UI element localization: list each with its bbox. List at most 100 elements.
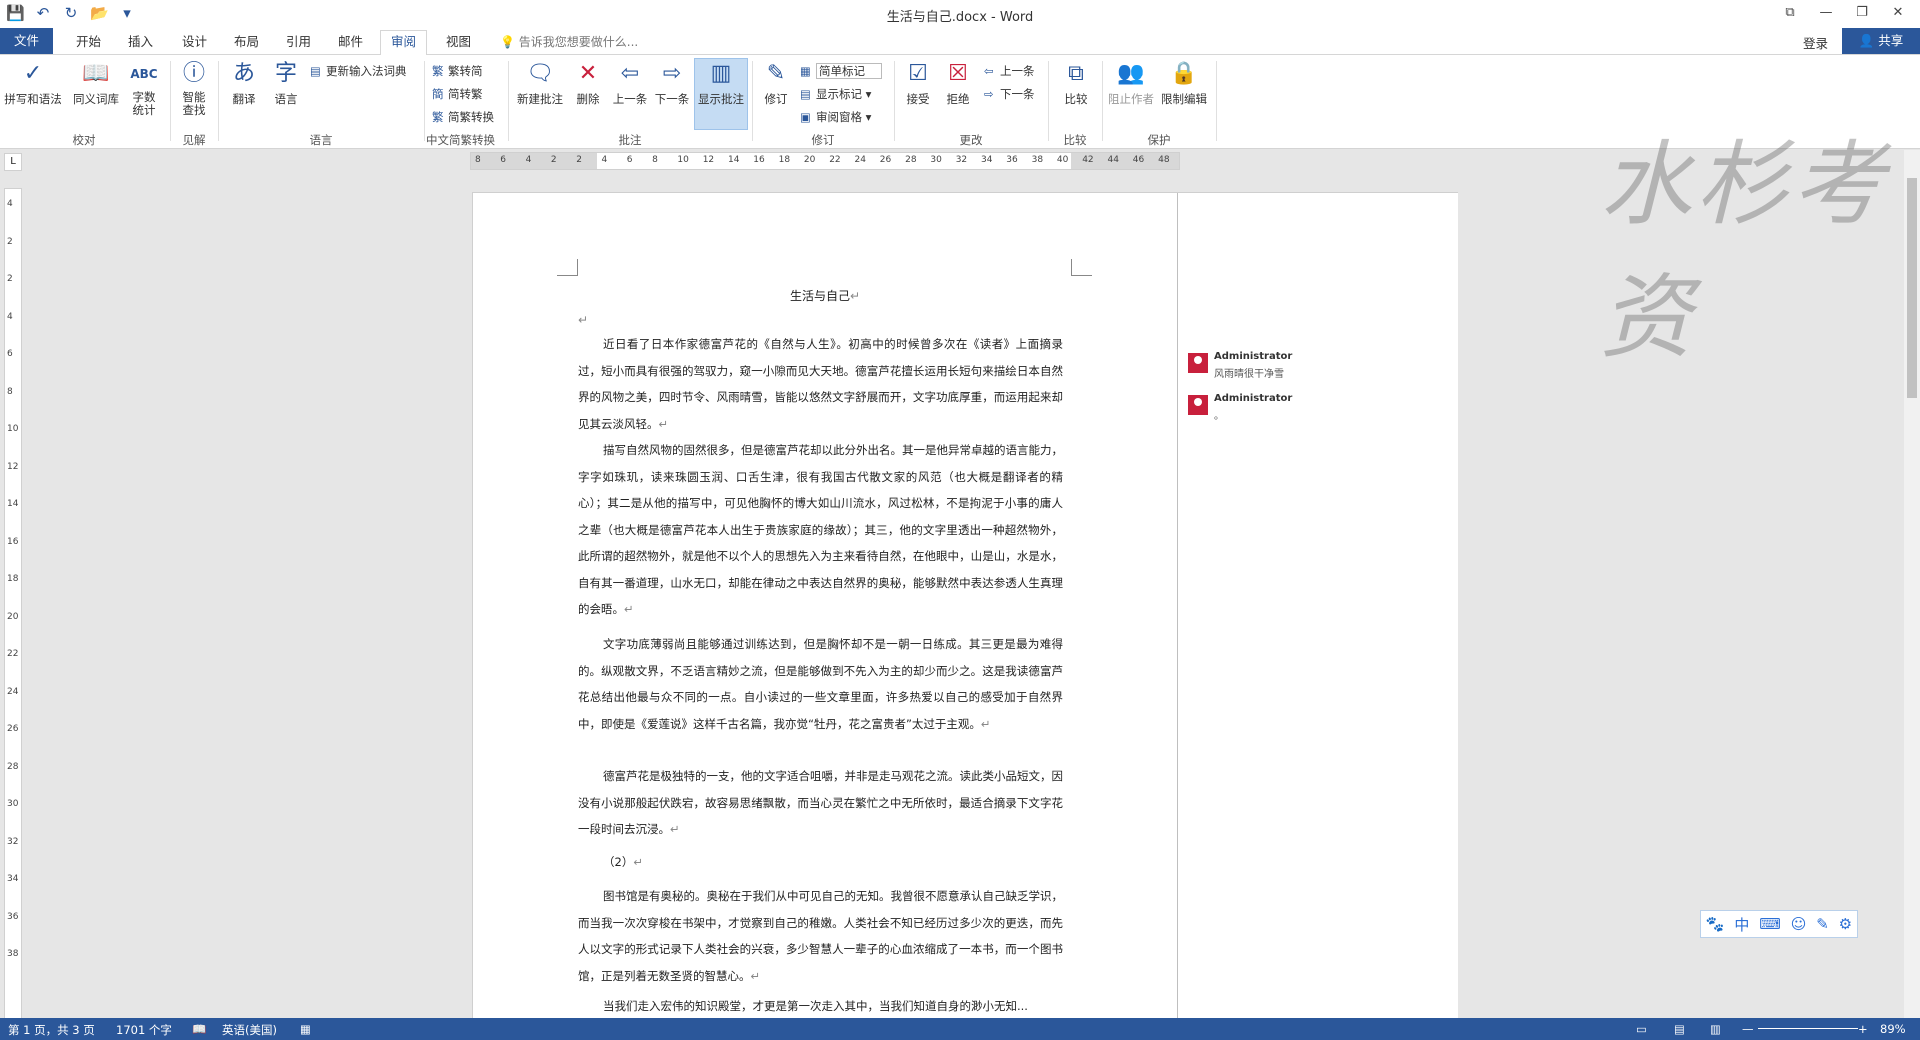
accept-button[interactable]: ☑ 接受 (900, 59, 936, 107)
paragraph-mark: ↵ (980, 716, 991, 731)
language-indicator[interactable]: 英语(美国) (222, 1022, 277, 1038)
markup-pane: Administrator 风雨晴很干净雪 Administrator 。 (1177, 193, 1458, 1018)
watermark: 水杉考资 (1600, 131, 1889, 371)
compare-button[interactable]: ⧉ 比较 (1054, 59, 1098, 107)
new-comment-icon: 🗨 (526, 61, 554, 86)
emoji-icon[interactable]: ☺ (1791, 915, 1807, 933)
paragraph-5[interactable]: （2）↵ (578, 849, 1063, 876)
block-authors-label: 阻止作者 (1108, 92, 1154, 106)
margin-mark-right (1071, 259, 1092, 276)
next-change-button[interactable]: ⇨ 下一条 (984, 86, 1035, 102)
spelling-grammar-button[interactable]: ✓ 拼写和语法 (4, 59, 62, 107)
reject-button[interactable]: ☒ 拒绝 (940, 59, 976, 107)
previous-comment-icon: ⇦ (620, 61, 640, 86)
zoom-level[interactable]: 89% (1880, 1022, 1906, 1036)
update-ime-dictionary-button[interactable]: ▤ 更新输入法词典 (310, 63, 407, 79)
language-button[interactable]: 字语言 (266, 59, 306, 107)
show-markup-button[interactable]: ▤ 显示标记 ▾ (800, 86, 871, 102)
keyboard-icon[interactable]: ⌨ (1759, 915, 1781, 933)
ruler-number: 28 (7, 761, 19, 772)
paragraph-2[interactable]: 描写自然风物的固然很多，但是德富芦花却以此分外出名。其一是他异常卓越的语言能力，… (578, 437, 1063, 623)
previous-comment-button[interactable]: ⇦ 上一条 (610, 59, 650, 107)
paw-icon[interactable]: 🐾 (1706, 915, 1725, 933)
new-comment-label: 新建批注 (517, 92, 563, 106)
tab-mailings[interactable]: 邮件 (328, 31, 373, 53)
scroll-thumb[interactable] (1907, 178, 1917, 398)
ruler-number: 42 (1082, 155, 1094, 165)
delete-comment-button[interactable]: ✕ 删除 (570, 59, 606, 107)
tab-view[interactable]: 视图 (436, 31, 481, 53)
tab-design[interactable]: 设计 (172, 31, 217, 53)
previous-change-button[interactable]: ⇦ 上一条 (984, 63, 1035, 79)
smart-lookup-button[interactable]: ⓘ 智能 查找 (176, 59, 212, 117)
tab-layout[interactable]: 布局 (224, 31, 269, 53)
prev-label: 上一条 (612, 92, 648, 106)
read-mode-icon[interactable]: ▭ (1636, 1022, 1647, 1036)
show-comments-button[interactable]: ▥ 显示批注 (694, 58, 748, 130)
comment-author: Administrator (1214, 393, 1293, 404)
zoom-in-icon[interactable]: + (1858, 1022, 1868, 1036)
minimize-button[interactable]: — (1812, 3, 1840, 23)
group-language: 语言 (309, 133, 333, 147)
word-count[interactable]: 1701 个字 (116, 1022, 172, 1038)
ruler-number: 44 (1107, 155, 1119, 165)
horizontal-ruler[interactable]: 8 6 4 2 2 4 6 8 10 12 14 16 18 20 22 24 26 28 30 32 34 36 38 40… (470, 152, 1180, 170)
simplified-to-traditional-button[interactable]: 簡简转繁 (432, 86, 483, 102)
macro-icon[interactable]: ▦ (300, 1022, 311, 1036)
tab-references[interactable]: 引用 (276, 31, 321, 53)
ribbon-display-options-icon[interactable]: ⧉ (1776, 3, 1804, 23)
share-button[interactable]: 👤 共享 (1842, 28, 1920, 54)
tab-review[interactable]: 审阅 (380, 30, 428, 56)
delete-label: 删除 (576, 92, 600, 106)
document-page[interactable]: 生活与自己↵ ↵ 近日看了日本作家德富芦花的《自然与人生》。初高中的时候曾多次在… (472, 192, 1458, 1019)
ruler-number: 16 (753, 155, 765, 165)
proofing-icon[interactable]: 📖 (192, 1022, 206, 1036)
chinese-conversion-button[interactable]: 繁简繁转换 (432, 109, 494, 125)
web-layout-icon[interactable]: ▥ (1710, 1022, 1721, 1036)
ime-toolbar: 🐾 中 ⌨ ☺ ✎ ⚙ (1700, 910, 1858, 938)
tell-me-search[interactable]: 💡 告诉我您想要做什么... (500, 33, 638, 50)
track-changes-button[interactable]: ✎ 修订 (758, 59, 794, 107)
paragraph-6[interactable]: 图书馆是有奥秘的。奥秘在于我们从中可见自己的无知。我曾很不愿意承认自己缺乏学识，… (578, 883, 1063, 989)
restore-button[interactable]: ❐ (1848, 3, 1876, 23)
word-count-button[interactable]: ABC 字数 统计 (126, 59, 162, 117)
translate-button[interactable]: あ翻译 (224, 59, 264, 107)
traditional-to-simplified-button[interactable]: 繁繁转简 (432, 63, 483, 79)
vertical-scrollbar[interactable] (1904, 150, 1920, 1018)
print-layout-icon[interactable]: ▤ (1674, 1022, 1685, 1036)
tab-insert[interactable]: 插入 (118, 31, 163, 53)
paragraph-7[interactable]: 当我们走入宏伟的知识殿堂，才更是第一次走入其中，当我们知道自身的渺小无知... (578, 993, 1063, 1017)
ruler-number: 34 (7, 874, 19, 884)
paragraph-mark: ↵ (750, 968, 761, 983)
vertical-ruler[interactable]: 4 2 2 4 6 8 10 12 14 16 18 20 22 24 26 28 30 32 34 36 38 (4, 188, 22, 1020)
tab-home[interactable]: 开始 (66, 31, 111, 53)
settings-icon[interactable]: ⚙ (1839, 915, 1852, 933)
ruler-number: 18 (7, 574, 19, 584)
ribbon-tabs: 文件 开始 插入 设计 布局 引用 邮件 审阅 视图 (0, 28, 1920, 56)
zoom-slider[interactable] (1758, 1028, 1858, 1029)
login-link[interactable]: 登录 (1803, 33, 1828, 52)
tab-file[interactable]: 文件 (0, 28, 54, 54)
chinese-mode-icon[interactable]: 中 (1734, 914, 1749, 935)
paragraph-4[interactable]: 德富芦花是极独特的一支，他的文字适合咀嚼，并非是走马观花之流。读此类小品短文，因… (578, 763, 1063, 843)
ruler-number: 26 (7, 724, 19, 734)
tab-selector[interactable]: L (4, 153, 22, 171)
ruler-number: 2 (7, 236, 13, 247)
ruler-number: 38 (1031, 155, 1044, 165)
paragraph-3[interactable]: 文字功底薄弱尚且能够通过训练达到，但是胸怀却不是一朝一日练成。其三更是最为难得的… (578, 631, 1063, 737)
new-comment-button[interactable]: 🗨 新建批注 (514, 59, 566, 107)
paragraph-1[interactable]: 近日看了日本作家德富芦花的《自然与人生》。初高中的时候曾多次在《读者》上面摘录过… (578, 331, 1063, 437)
block-authors-button[interactable]: 👥 阻止作者 (1106, 59, 1156, 107)
thesaurus-button[interactable]: 📖 同义词库 (70, 59, 122, 107)
pen-icon[interactable]: ✎ (1816, 915, 1829, 933)
ruler-number: 8 (652, 155, 658, 165)
simple-markup-dropdown[interactable]: ▦ 简单标记 (800, 63, 882, 79)
page-indicator[interactable]: 第 1 页，共 3 页 (8, 1022, 95, 1038)
restrict-editing-button[interactable]: 🔒 限制编辑 (1158, 59, 1210, 107)
reviewing-pane-button[interactable]: ▣ 审阅窗格 ▾ (800, 109, 871, 125)
next-comment-button[interactable]: ⇨ 下一条 (652, 59, 692, 107)
ruler-number: 26 (879, 155, 892, 165)
close-button[interactable]: ✕ (1884, 3, 1912, 23)
zoom-out-icon[interactable]: — (1742, 1022, 1754, 1036)
group-compare: 比较 (1063, 133, 1087, 147)
